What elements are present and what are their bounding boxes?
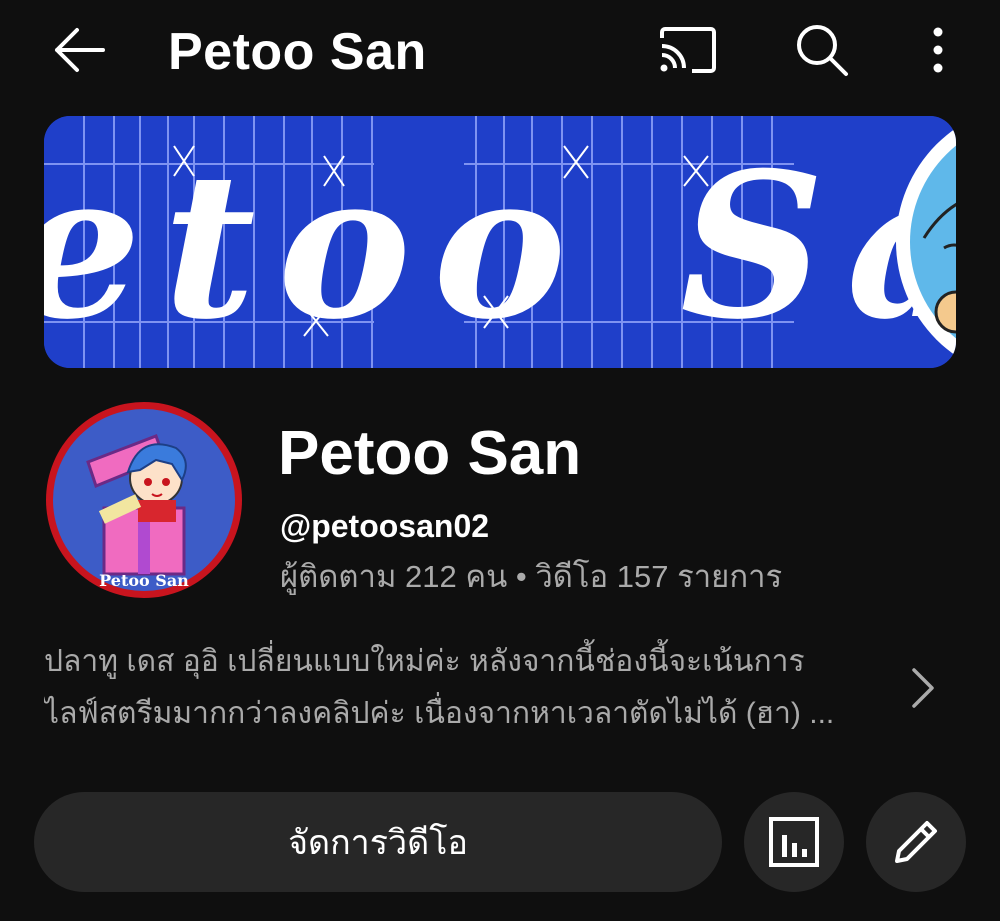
more-vertical-icon [933,27,943,73]
top-bar: Petoo San [0,0,1000,104]
avatar-label: Petoo San [99,571,189,590]
description-more-button[interactable] [898,660,948,716]
manage-videos-button[interactable]: จัดการวิดีโอ [34,792,722,892]
more-options-button[interactable] [908,18,968,82]
channel-page: Petoo San etoo S Petoo San Petoo San @pe… [0,0,1000,921]
analytics-button[interactable] [744,792,844,892]
channel-avatar[interactable]: Petoo San [44,400,244,600]
pencil-icon [895,821,937,863]
channel-stats: ผู้ติดตาม 212 คน • วิดีโอ 157 รายการ [280,559,783,594]
channel-name: Petoo San [278,419,582,488]
description-line: ปลาทู เดส อุอิ เปลี่ยนแบบใหม่ค่ะ หลังจาก… [44,645,805,678]
analytics-icon [769,817,819,867]
cast-button[interactable] [652,18,724,82]
search-icon [797,25,848,76]
channel-banner[interactable]: etoo San [44,116,956,368]
channel-handle: @petoosan02 [280,508,490,544]
edit-channel-button[interactable] [866,792,966,892]
description-line: ไลฟ์สตรีมมากกว่าลงคลิปค่ะ เนื่องจากหาเวล… [44,697,835,730]
search-button[interactable] [786,18,858,82]
channel-description[interactable]: ปลาทู เดส อุอิ เปลี่ยนแบบใหม่ค่ะ หลังจาก… [44,636,884,740]
page-title: Petoo San [168,23,427,81]
manage-videos-label: จัดการวิดีโอ [288,824,468,862]
cast-icon [660,27,716,73]
chevron-right-icon [912,668,934,708]
arrow-left-icon [55,28,105,72]
back-button[interactable] [44,18,114,82]
